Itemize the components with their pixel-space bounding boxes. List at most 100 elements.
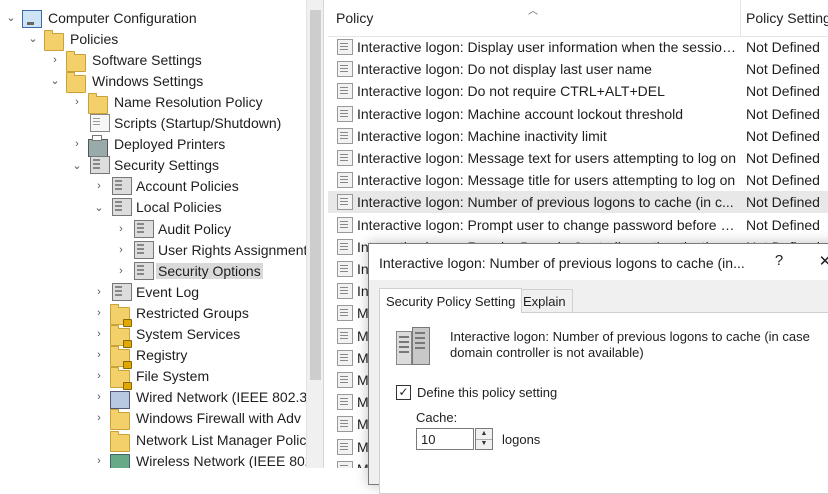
tab-security-policy-setting[interactable]: Security Policy Setting — [379, 288, 523, 313]
policy-setting-value: Not Defined — [746, 61, 820, 78]
server-policy-icon — [396, 327, 430, 365]
collapse-chevron-icon[interactable]: ⌄ — [70, 158, 84, 172]
policy-item-icon — [337, 39, 353, 55]
policy-setting-value: Not Defined — [746, 216, 820, 233]
tree-node[interactable]: › Wireless Network (IEEE 802 — [92, 450, 306, 468]
dialog-body: Security Policy Setting Explain Interact… — [369, 280, 828, 494]
tree-node-label[interactable]: File System — [134, 368, 211, 384]
tree-node[interactable]: › File System — [92, 366, 211, 391]
tree-node[interactable]: › Account Policies — [92, 176, 241, 197]
tree-node[interactable]: › Windows Firewall with Adv — [92, 408, 303, 431]
tree-node[interactable]: › Name Resolution Policy — [70, 91, 265, 114]
tree-node-label[interactable]: Scripts (Startup/Shutdown) — [112, 115, 283, 131]
spin-down-icon[interactable]: ▼ — [476, 439, 492, 449]
tree-node-label[interactable]: Registry — [134, 347, 189, 363]
policy-name: Interactive logon: Display user informat… — [357, 39, 737, 55]
policy-setting-value: Not Defined — [746, 172, 820, 189]
define-policy-checkbox[interactable]: ✓ — [396, 385, 411, 400]
policy-icon — [134, 240, 154, 259]
policy-item-icon — [337, 194, 353, 211]
policy-row[interactable]: Interactive logon: Display user informat… — [328, 36, 828, 58]
tree-node-label[interactable]: Wired Network (IEEE 802.3) — [134, 389, 306, 405]
policy-row[interactable]: Interactive logon: Number of previous lo… — [328, 191, 828, 214]
tree-node-label[interactable]: Account Policies — [134, 178, 241, 194]
tree-node-label[interactable]: Software Settings — [90, 52, 204, 68]
expand-chevron-icon[interactable]: › — [92, 327, 106, 341]
define-policy-row[interactable]: ✓ Define this policy setting — [396, 385, 557, 400]
tab-explain[interactable]: Explain — [516, 289, 573, 313]
expand-chevron-icon[interactable]: › — [92, 348, 106, 362]
expand-chevron-icon[interactable]: › — [114, 243, 128, 257]
tree-node[interactable]: ⌄ Windows Settings — [48, 70, 205, 93]
tree-scrollbar-thumb[interactable] — [310, 10, 321, 380]
tree-node[interactable]: ⌄ Computer Configuration — [4, 7, 199, 28]
tree-node[interactable]: ⌄ Security Settings — [70, 155, 221, 176]
expand-chevron-icon[interactable]: › — [70, 95, 84, 109]
close-button[interactable]: ✕ — [815, 252, 828, 272]
tree-node-label[interactable]: System Services — [134, 326, 242, 342]
expand-chevron-icon[interactable]: › — [92, 411, 106, 425]
tree-node[interactable]: › User Rights Assignment — [114, 239, 306, 260]
expand-chevron-icon[interactable]: › — [48, 53, 62, 67]
tree-node[interactable]: ⌄ Policies — [26, 28, 120, 51]
expand-chevron-icon[interactable]: › — [92, 285, 106, 299]
dialog-title-bar[interactable]: Interactive logon: Number of previous lo… — [369, 244, 828, 280]
tree-node[interactable]: › Deployed Printers — [70, 134, 227, 158]
expand-chevron-icon[interactable]: › — [92, 306, 106, 320]
policy-row[interactable]: Interactive logon: Message text for user… — [328, 147, 828, 169]
expand-chevron-icon[interactable]: › — [92, 454, 106, 468]
tree-node-label[interactable]: Computer Configuration — [46, 10, 199, 26]
tree-node[interactable]: ⌄ Local Policies — [92, 197, 224, 218]
collapse-chevron-icon[interactable]: ⌄ — [92, 200, 106, 214]
tree-node[interactable]: › Registry — [92, 345, 189, 370]
tree-node-label[interactable]: Event Log — [134, 284, 201, 300]
expand-chevron-icon[interactable]: › — [114, 222, 128, 236]
column-header-policy-setting[interactable]: Policy Setting — [738, 0, 828, 36]
tree-node-label[interactable]: Name Resolution Policy — [112, 94, 265, 110]
cache-spinner[interactable]: ▲ ▼ — [475, 428, 493, 450]
tree-node-label[interactable]: Policies — [68, 31, 120, 47]
policy-row[interactable]: Interactive logon: Prompt user to change… — [328, 214, 828, 236]
expand-chevron-icon[interactable]: › — [70, 137, 84, 151]
policy-name: Interactive logon: Message text for user… — [357, 150, 736, 166]
expand-chevron-icon[interactable]: › — [92, 369, 106, 383]
tree-node-label[interactable]: Local Policies — [134, 199, 224, 215]
tree-node-label[interactable]: Security Settings — [112, 157, 221, 173]
tree-scrollbar[interactable] — [306, 0, 324, 468]
tree-node-label[interactable]: Windows Firewall with Adv — [134, 410, 303, 426]
collapse-chevron-icon[interactable]: ⌄ — [4, 11, 18, 25]
define-policy-label[interactable]: Define this policy setting — [417, 385, 557, 400]
tree-node[interactable]: › Audit Policy — [114, 218, 233, 239]
tree-node[interactable]: › Event Log — [92, 281, 201, 302]
tree-node-label[interactable]: Network List Manager Polic — [134, 432, 306, 448]
policy-row[interactable]: Interactive logon: Machine account locko… — [328, 103, 828, 125]
tree-node-label[interactable]: Wireless Network (IEEE 802 — [134, 453, 306, 468]
expand-chevron-icon[interactable]: › — [92, 179, 106, 193]
tree-node-label[interactable]: Deployed Printers — [112, 136, 227, 152]
tree-node[interactable]: › Wired Network (IEEE 802.3) — [92, 387, 306, 410]
tree-node-label[interactable]: User Rights Assignment — [156, 242, 306, 258]
tree-node[interactable]: › System Services — [92, 324, 242, 348]
tree-node[interactable]: Scripts (Startup/Shutdown) — [70, 113, 283, 134]
tree-node[interactable]: › Restricted Groups — [92, 302, 251, 327]
policy-row[interactable]: Interactive logon: Do not require CTRL+A… — [328, 80, 828, 102]
cache-input[interactable]: 10 — [416, 428, 474, 450]
tree-node[interactable]: › Security Options — [114, 260, 263, 281]
collapse-chevron-icon[interactable]: ⌄ — [26, 32, 40, 46]
policy-item-icon — [337, 172, 353, 189]
tree-node[interactable]: Network List Manager Polic — [92, 429, 306, 452]
policy-icon — [134, 261, 154, 280]
tree-node-label[interactable]: Windows Settings — [90, 73, 205, 89]
expand-chevron-icon[interactable]: › — [92, 390, 106, 404]
policy-row[interactable]: Interactive logon: Machine inactivity li… — [328, 125, 828, 147]
help-button[interactable]: ? — [769, 252, 789, 272]
collapse-chevron-icon[interactable]: ⌄ — [48, 74, 62, 88]
tree-node-label[interactable]: Security Options — [156, 262, 263, 279]
tree-node[interactable]: › Software Settings — [48, 49, 204, 72]
expand-chevron-icon[interactable]: › — [114, 264, 128, 278]
tree-node-label[interactable]: Audit Policy — [156, 221, 233, 237]
policy-row[interactable]: Interactive logon: Message title for use… — [328, 169, 828, 191]
policy-item-icon — [337, 127, 353, 144]
tree-node-label[interactable]: Restricted Groups — [134, 305, 251, 321]
policy-row[interactable]: Interactive logon: Do not display last u… — [328, 58, 828, 80]
